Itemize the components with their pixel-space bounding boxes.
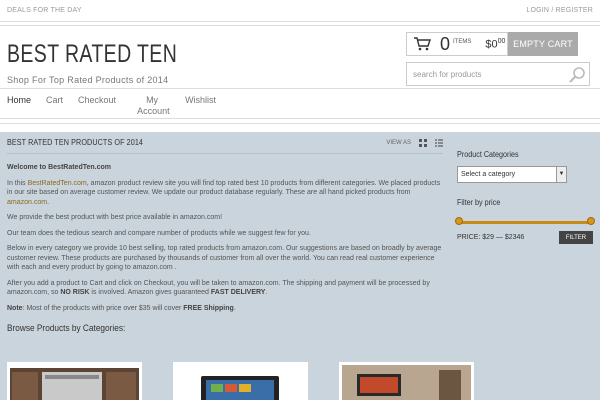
- content-area: BEST RATED TEN PRODUCTS OF 2014 VIEW AS …: [0, 132, 600, 400]
- divider: [0, 88, 600, 89]
- page-title: BEST RATED TEN PRODUCTS OF 2014: [7, 138, 144, 147]
- nav-my-account[interactable]: My Account: [137, 95, 170, 117]
- divider: [0, 118, 600, 119]
- divider: [0, 123, 600, 124]
- view-as-label: VIEW AS: [386, 139, 411, 146]
- site-title[interactable]: BEST RATED TEN: [7, 40, 177, 69]
- slider-handle-max[interactable]: [587, 217, 595, 225]
- top-bar: DEALS FOR THE DAY LOGIN / REGISTER: [0, 0, 600, 22]
- nav-cart[interactable]: Cart: [46, 95, 63, 117]
- price-row: PRICE: $29 — $2346 FILTER: [457, 231, 593, 244]
- paragraph: Our team does the tedious search and com…: [7, 229, 311, 237]
- site-tagline: Shop For Top Rated Products of 2014: [7, 75, 169, 85]
- category-thumbnails: [7, 362, 505, 400]
- divider: [0, 25, 600, 26]
- search-input[interactable]: search for products: [406, 62, 590, 86]
- view-toggle: VIEW AS: [386, 138, 443, 147]
- grid-view-icon[interactable]: [419, 138, 427, 147]
- login-register-link[interactable]: LOGIN / REGISTER: [526, 7, 593, 14]
- nav-checkout[interactable]: Checkout: [78, 95, 116, 117]
- list-view-icon[interactable]: [435, 138, 443, 147]
- deals-link[interactable]: DEALS FOR THE DAY: [7, 7, 82, 14]
- category-thumb-tv[interactable]: [339, 362, 474, 400]
- main-nav: Home Cart Checkout My Account Wishlist: [7, 95, 231, 117]
- nav-wishlist[interactable]: Wishlist: [185, 95, 216, 117]
- filter-heading: Filter by price: [457, 198, 501, 207]
- main-header: BEST RATED TEN PRODUCTS OF 2014 VIEW AS: [7, 132, 443, 154]
- site-brand: BEST RATED TEN Shop For Top Rated Produc…: [7, 40, 225, 85]
- price-slider[interactable]: [455, 217, 595, 227]
- chevron-down-icon: ▼: [556, 167, 566, 182]
- categories-heading: Product Categories: [457, 150, 519, 159]
- sidebar: Product Categories Select a category ▼ F…: [455, 150, 595, 244]
- paragraph: In this BestRatedTen.com, amazon product…: [7, 179, 441, 206]
- paragraph: We provide the best product with best pr…: [7, 214, 223, 221]
- browse-heading: Browse Products by Categories:: [7, 323, 126, 333]
- empty-cart-button[interactable]: EMPTY CART: [508, 32, 578, 56]
- main-column: BEST RATED TEN PRODUCTS OF 2014 VIEW AS …: [7, 132, 474, 400]
- category-select[interactable]: Select a category ▼: [457, 166, 567, 183]
- cart-icon: [414, 37, 431, 51]
- paragraph: After you add a product to Cart and clic…: [7, 279, 430, 297]
- search-icon[interactable]: [568, 66, 586, 84]
- price-range: PRICE: $29 — $2346: [457, 234, 525, 241]
- filter-button[interactable]: FILTER: [559, 231, 593, 244]
- cart-total: $000: [485, 37, 506, 51]
- nav-home[interactable]: Home: [7, 95, 31, 117]
- slider-handle-min[interactable]: [455, 217, 463, 225]
- intro-text: Welcome to BestRatedTen.com In this Best…: [7, 163, 443, 313]
- paragraph: Below in every category we provide 10 be…: [7, 245, 442, 271]
- cart-count: 0: [440, 33, 451, 54]
- category-thumb-tablet[interactable]: [173, 362, 308, 400]
- welcome-text: Welcome to BestRatedTen.com: [7, 164, 111, 171]
- site-link[interactable]: BestRatedTen.com: [28, 180, 87, 187]
- category-thumb-dishwasher[interactable]: [7, 362, 142, 400]
- mini-cart[interactable]: 0 ITEMS $000: [406, 32, 508, 56]
- slider-track: [457, 221, 593, 224]
- cart-items-label: ITEMS: [453, 39, 472, 45]
- note: Note: Most of the products with price ov…: [7, 304, 236, 312]
- search-placeholder: search for products: [413, 69, 482, 79]
- amazon-link[interactable]: amazon.com: [7, 199, 47, 206]
